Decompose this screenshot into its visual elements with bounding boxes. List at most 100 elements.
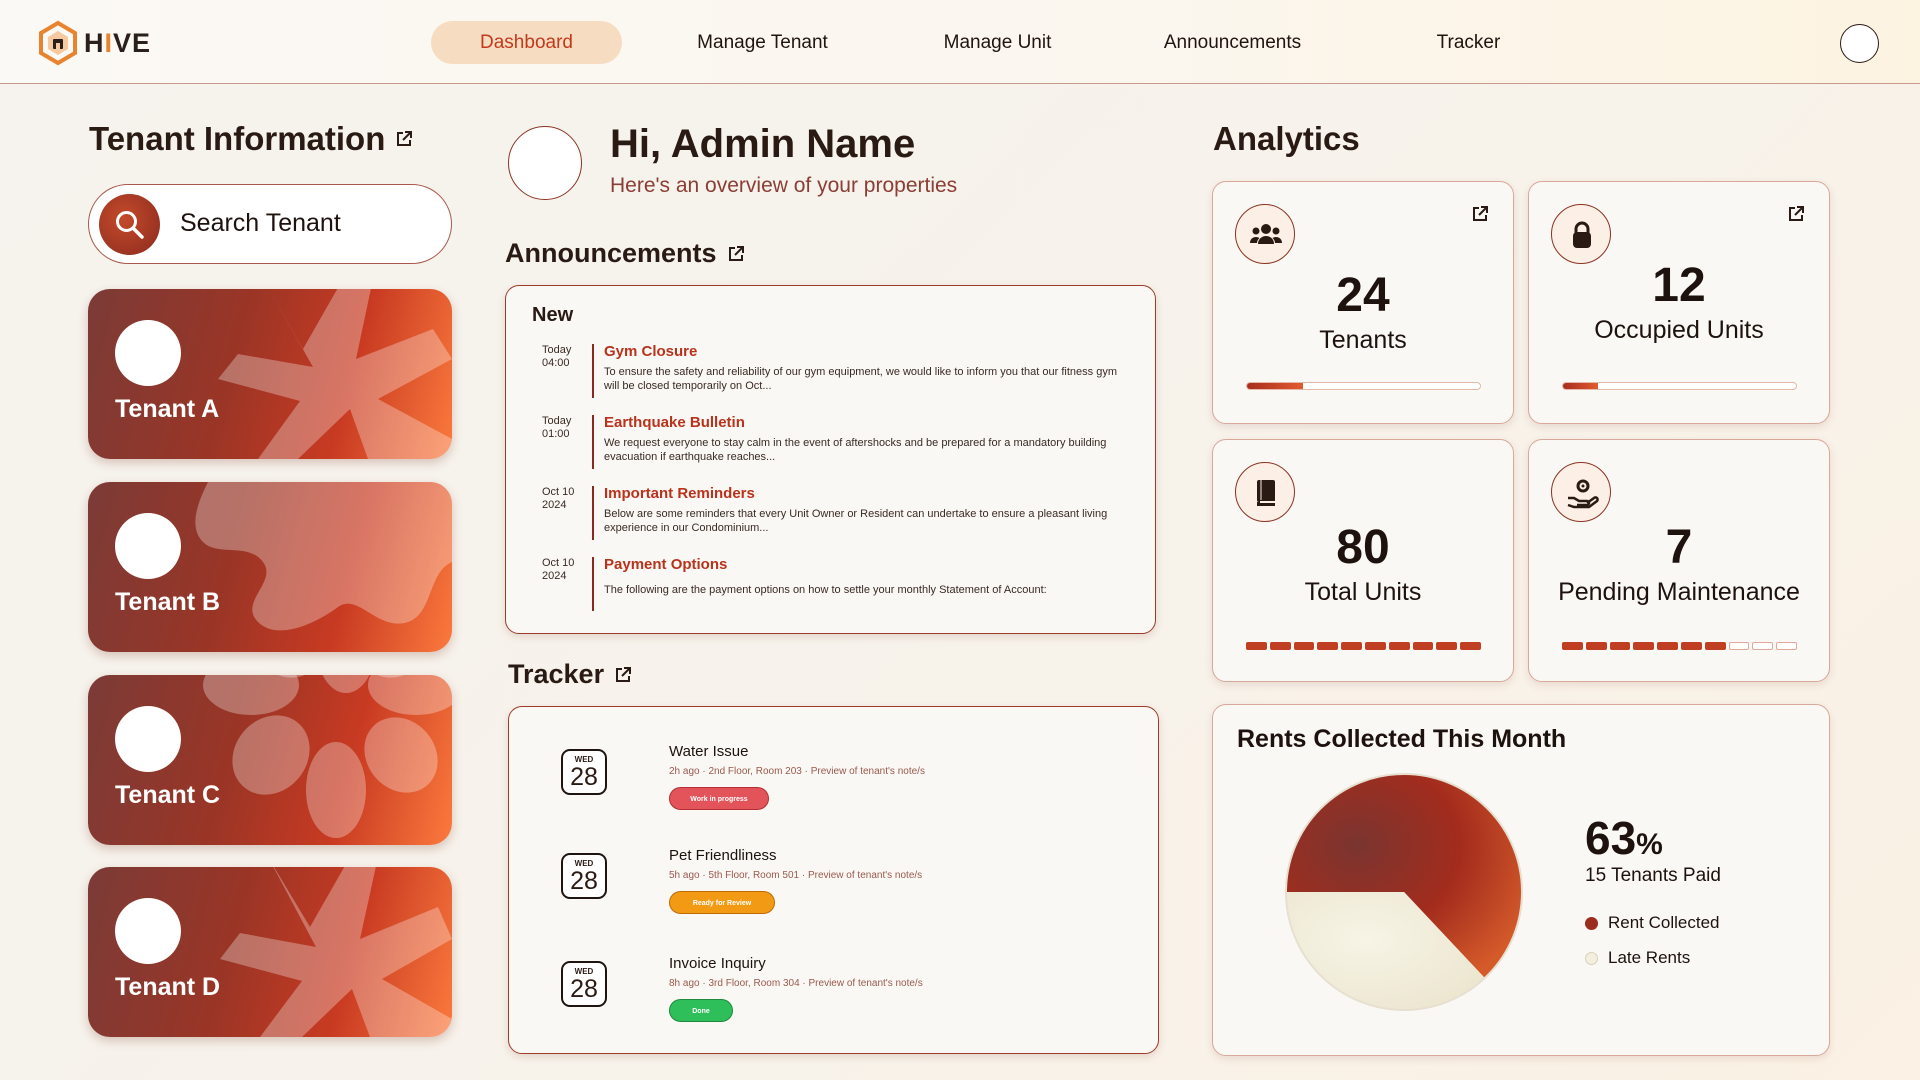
tenant-avatar — [115, 513, 181, 579]
analytics-title: Analytics — [1213, 120, 1360, 157]
announcement-body: We request everyone to stay calm in the … — [604, 437, 1107, 463]
stat-value: 24 — [1336, 269, 1390, 322]
progress-segment — [1293, 642, 1315, 650]
legend-dot — [1585, 916, 1598, 930]
announcement-body: Below are some reminders that every Unit… — [604, 508, 1108, 534]
progress-segment — [1269, 642, 1291, 650]
tracker-title: Tracker — [508, 659, 605, 689]
status-badge[interactable]: Done — [669, 999, 733, 1022]
progress-fill — [1247, 383, 1303, 389]
rents-pie-chart — [1285, 773, 1523, 1011]
announcement-item[interactable]: Oct 10 2024 Payment Options The following… — [542, 556, 1142, 617]
tenant-info-title: Tenant Information — [89, 120, 386, 157]
tracker-item-meta: 2h ago · 2nd Floor, Room 203 · Preview o… — [669, 766, 925, 777]
progress-segment — [1680, 642, 1702, 650]
progress-segment — [1412, 642, 1434, 650]
progress-segment — [1657, 642, 1678, 650]
announcement-body: To ensure the safety and reliability of … — [604, 366, 1117, 392]
tracker-item[interactable]: WED 28 Invoice Inquiry 8h ago · 3rd Floo… — [561, 955, 1121, 1051]
progress-segment — [1364, 642, 1386, 650]
stat-card-occupied-units[interactable]: 12 Occupied Units — [1528, 181, 1830, 424]
tenant-card-b[interactable]: Tenant B — [88, 482, 452, 652]
stat-card-tenants[interactable]: 24 Tenants — [1212, 181, 1514, 424]
progress-segment — [1317, 642, 1339, 650]
external-link-icon[interactable] — [614, 666, 632, 684]
announcement-title: Important Reminders — [604, 485, 755, 502]
timeline-divider — [592, 557, 594, 611]
external-link-icon[interactable] — [395, 130, 413, 148]
nav-tracker[interactable]: Tracker — [1376, 21, 1561, 64]
status-badge[interactable]: Ready for Review — [669, 891, 775, 914]
search-icon — [116, 211, 144, 239]
tenant-info-heading: Tenant Information — [89, 120, 413, 158]
progress-segment — [1460, 642, 1481, 650]
calendar-icon: WED 28 — [561, 961, 607, 1007]
hive-logo[interactable]: HIVE — [38, 20, 151, 66]
external-link-icon[interactable] — [1471, 205, 1489, 223]
tracker-panel: WED 28 Water Issue 2h ago · 2nd Floor, R… — [508, 706, 1159, 1054]
search-input[interactable]: Search Tenant — [180, 209, 341, 238]
nav-dashboard[interactable]: Dashboard — [431, 21, 622, 64]
tracker-item[interactable]: WED 28 Water Issue 2h ago · 2nd Floor, R… — [561, 743, 1121, 839]
tenant-card-a[interactable]: Tenant A — [88, 289, 452, 459]
external-link-icon[interactable] — [727, 245, 745, 263]
nav-manage-unit[interactable]: Manage Unit — [905, 21, 1090, 64]
legend-rent-collected: Rent Collected — [1585, 913, 1720, 933]
stat-label: Total Units — [1304, 578, 1422, 606]
calendar-icon: WED 28 — [561, 853, 607, 899]
tenant-name: Tenant D — [115, 973, 221, 1001]
timeline-divider — [592, 486, 594, 540]
announcements-title: Announcements — [505, 238, 717, 268]
search-tenant-box[interactable]: Search Tenant — [88, 184, 452, 264]
calendar-icon: WED 28 — [561, 749, 607, 795]
announcements-new-label: New — [532, 304, 574, 326]
tenant-avatar — [115, 706, 181, 772]
tenant-avatar — [115, 898, 181, 964]
logo-text: HIVE — [84, 27, 152, 58]
tenant-name: Tenant A — [115, 395, 220, 423]
tracker-item-title: Pet Friendliness — [669, 847, 777, 864]
legend-late-rents: Late Rents — [1585, 948, 1690, 968]
search-button[interactable] — [99, 194, 160, 255]
stat-label: Tenants — [1319, 326, 1407, 354]
rents-collected-card: Rents Collected This Month 63% 15 Tenant… — [1212, 704, 1830, 1056]
nav-announcements[interactable]: Announcements — [1140, 21, 1325, 64]
stat-value: 7 — [1665, 521, 1693, 574]
announcement-item[interactable]: Oct 10 2024 Important Reminders Below are… — [542, 485, 1142, 546]
tracker-item[interactable]: WED 28 Pet Friendliness 5h ago · 5th Flo… — [561, 847, 1121, 943]
lock-icon — [1551, 204, 1611, 264]
external-link-icon[interactable] — [1787, 205, 1805, 223]
progress-segment — [1246, 642, 1267, 650]
segmented-progress — [1562, 642, 1797, 650]
rents-title: Rents Collected This Month — [1237, 725, 1567, 753]
nav-manage-tenant[interactable]: Manage Tenant — [670, 21, 855, 64]
hive-logo-icon — [39, 20, 77, 66]
announcement-title: Gym Closure — [604, 343, 698, 360]
stat-card-pending-maintenance[interactable]: 7 Pending Maintenance — [1528, 439, 1830, 682]
announcement-item[interactable]: Today 04:00 Gym Closure To ensure the saf… — [542, 343, 1142, 404]
tenant-card-d[interactable]: Tenant D — [88, 867, 452, 1037]
tenants-paid: 15 Tenants Paid — [1585, 865, 1721, 886]
stat-value: 80 — [1336, 521, 1390, 574]
legend-dot — [1585, 951, 1598, 965]
timeline-divider — [592, 344, 594, 398]
stat-card-total-units[interactable]: 80 Total Units — [1212, 439, 1514, 682]
tenant-name: Tenant C — [115, 781, 221, 809]
tenant-card-c[interactable]: Tenant C — [88, 675, 452, 845]
user-avatar[interactable] — [1840, 24, 1879, 63]
progress-segment — [1633, 642, 1655, 650]
announcement-item[interactable]: Today 01:00 Earthquake Bulletin We reques… — [542, 414, 1142, 475]
progress-fill — [1563, 383, 1598, 389]
progress-segment — [1388, 642, 1410, 650]
announcements-panel: New Today 04:00 Gym Closure To ensure the… — [505, 285, 1156, 634]
tracker-item-title: Invoice Inquiry — [669, 955, 766, 972]
announcement-title: Earthquake Bulletin — [604, 414, 745, 431]
stat-value: 12 — [1652, 259, 1706, 312]
announcement-date: Oct 10 2024 — [542, 557, 575, 582]
admin-avatar — [508, 126, 582, 200]
status-badge[interactable]: Work in progress — [669, 787, 769, 810]
announcement-title: Payment Options — [604, 556, 728, 573]
progress-segment — [1752, 642, 1774, 650]
tracker-item-meta: 8h ago · 3rd Floor, Room 304 · Preview o… — [669, 978, 923, 989]
timeline-divider — [592, 415, 594, 469]
